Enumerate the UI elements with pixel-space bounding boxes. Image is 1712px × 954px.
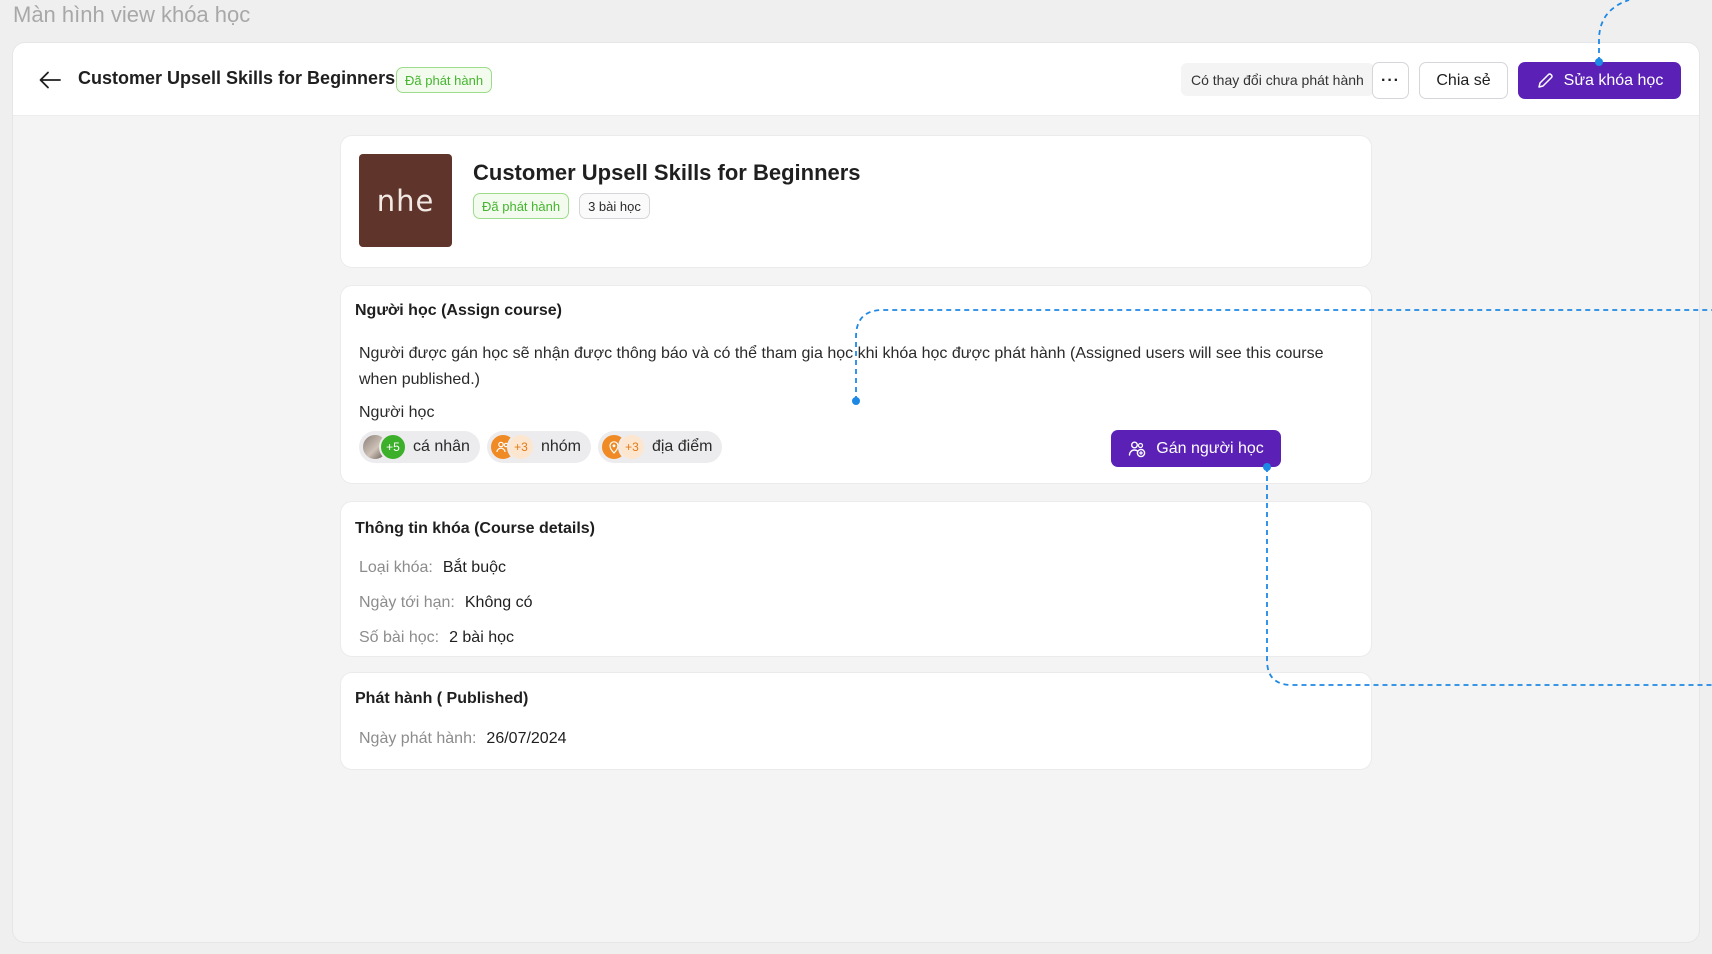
chip-label: cá nhân xyxy=(413,438,470,455)
detail-row-lessons: Số bài học: 2 bài học xyxy=(359,629,514,647)
assign-learners-button[interactable]: Gán người học xyxy=(1111,430,1281,467)
course-status-badge: Đã phát hành xyxy=(473,193,570,219)
individual-count: +5 xyxy=(379,433,407,461)
learner-chips: +5 cá nhân +3 nhóm +3 địa điểm xyxy=(359,431,723,463)
share-button[interactable]: Chia sẻ xyxy=(1419,62,1508,99)
edit-course-label: Sửa khóa học xyxy=(1563,71,1664,89)
course-summary-card: nhe Customer Upsell Skills for Beginners… xyxy=(340,135,1372,268)
arrow-left-icon xyxy=(39,71,61,89)
avatar-stack: +3 xyxy=(599,433,646,461)
detail-row-due-date: Ngày tới hạn: Không có xyxy=(359,594,532,612)
app-window: Customer Upsell Skills for Beginners Đã … xyxy=(13,43,1699,942)
detail-value: Bắt buộc xyxy=(442,559,506,576)
details-heading: Thông tin khóa (Course details) xyxy=(355,520,596,537)
published-heading: Phát hành ( Published) xyxy=(355,690,529,707)
group-count: +3 xyxy=(506,433,535,461)
assign-heading: Người học (Assign course) xyxy=(355,302,562,319)
detail-row-published-date: Ngày phát hành: 26/07/2024 xyxy=(359,730,567,748)
location-learners-chip[interactable]: +3 địa điểm xyxy=(597,431,723,463)
assign-description: Người được gán học sẽ nhận được thông bá… xyxy=(359,345,1324,388)
user-add-icon xyxy=(1129,441,1146,457)
detail-key: Loại khóa: xyxy=(359,559,433,576)
avatar-stack: +3 xyxy=(488,433,535,461)
course-details-card: Thông tin khóa (Course details) Loại khó… xyxy=(340,501,1372,657)
assign-button-label: Gán người học xyxy=(1156,439,1264,457)
published-card: Phát hành ( Published) Ngày phát hành: 2… xyxy=(340,672,1372,770)
course-thumbnail: nhe xyxy=(359,154,452,247)
group-learners-chip[interactable]: +3 nhóm xyxy=(486,431,591,463)
location-count: +3 xyxy=(617,433,646,461)
detail-value: 26/07/2024 xyxy=(486,730,567,747)
detail-key: Ngày phát hành: xyxy=(359,730,477,747)
chip-label: nhóm xyxy=(540,438,581,455)
back-button[interactable] xyxy=(37,67,63,93)
course-badges: Đã phát hành 3 bài học xyxy=(473,193,650,219)
page-title: Customer Upsell Skills for Beginners xyxy=(78,68,396,88)
more-options-button[interactable]: ··· xyxy=(1372,62,1409,99)
detail-row-type: Loại khóa: Bắt buộc xyxy=(359,559,506,577)
unpublished-changes-note: Có thay đổi chưa phát hành xyxy=(1181,63,1374,96)
detail-key: Ngày tới hạn: xyxy=(359,594,455,611)
edit-course-button[interactable]: Sửa khóa học xyxy=(1518,62,1681,99)
screen-caption: Màn hình view khóa học xyxy=(13,2,251,27)
detail-value: Không có xyxy=(464,594,533,611)
pencil-icon xyxy=(1537,72,1553,88)
detail-value: 2 bài học xyxy=(449,629,514,646)
lesson-count-badge: 3 bài học xyxy=(579,193,650,219)
learners-label: Người học xyxy=(359,404,435,421)
individual-learners-chip[interactable]: +5 cá nhân xyxy=(359,431,480,463)
assign-learners-card: Người học (Assign course) Người được gán… xyxy=(340,285,1372,484)
course-title: Customer Upsell Skills for Beginners xyxy=(473,160,861,185)
avatar-stack: +5 xyxy=(361,433,407,461)
top-bar: Customer Upsell Skills for Beginners Đã … xyxy=(13,43,1699,116)
status-badge: Đã phát hành xyxy=(396,67,493,93)
detail-key: Số bài học: xyxy=(359,629,440,646)
chip-label: địa điểm xyxy=(651,438,713,455)
